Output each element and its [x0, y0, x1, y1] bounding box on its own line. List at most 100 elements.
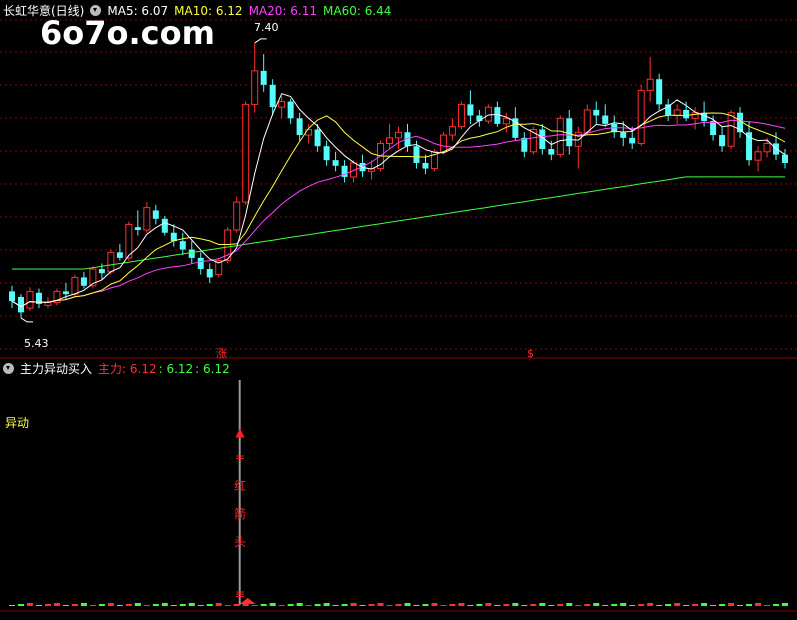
indicator-tick — [251, 605, 258, 606]
tou-char: 头 — [233, 535, 246, 549]
indicator-tick — [9, 605, 15, 606]
indicator-title[interactable]: 主力异动买入 — [20, 362, 92, 376]
indicator-tick — [467, 605, 474, 606]
low-price-label: 5.43 — [24, 337, 49, 350]
candle-body — [395, 131, 402, 139]
indicator-tick — [44, 604, 51, 606]
indicator-tick — [638, 604, 645, 606]
kline-chart[interactable] — [0, 0, 797, 616]
candle-body — [439, 134, 447, 153]
candle-body — [467, 104, 474, 116]
indicator-tick — [602, 605, 609, 606]
indicator-tick — [359, 605, 366, 606]
indicator-tick — [350, 603, 357, 606]
candle-body — [260, 70, 267, 85]
indicator-tick — [593, 603, 600, 606]
hong-char: 红 — [233, 479, 246, 493]
candle-body — [269, 84, 276, 108]
zhang-marker: 涨 — [216, 347, 227, 360]
indicator-value-2: : 6.12 — [158, 362, 194, 376]
indicator-tick — [71, 604, 78, 606]
candle-body — [548, 149, 555, 155]
indicator-tick — [719, 604, 726, 606]
indicator-tick — [728, 603, 735, 606]
indicator-tick — [314, 604, 321, 606]
candle-body — [233, 201, 241, 231]
indicator-tick — [125, 604, 132, 606]
indicator-menu-icon[interactable] — [3, 363, 14, 374]
candle-body — [206, 269, 213, 278]
indicator-tick — [386, 605, 393, 606]
candle-body — [710, 121, 717, 136]
indicator-tick — [368, 604, 375, 606]
candle-body — [116, 252, 123, 258]
indicator-tick — [404, 603, 411, 606]
indicator-tick — [269, 603, 276, 606]
indicator-tick — [17, 604, 24, 606]
indicator-tick — [323, 603, 330, 606]
indicator-tick — [566, 603, 573, 606]
candle-body — [502, 117, 510, 125]
indicator-tick — [305, 605, 312, 606]
indicator-value-3: : 6.12 — [195, 362, 230, 376]
candle-body — [62, 291, 69, 295]
candle-body — [746, 132, 753, 161]
indicator-tick — [620, 603, 627, 606]
candle-body — [484, 106, 492, 122]
candle-body — [457, 103, 465, 128]
indicator-tick — [215, 603, 222, 606]
indicator-tick — [134, 603, 141, 606]
candle-body — [683, 109, 690, 119]
indicator-tick — [755, 603, 762, 606]
candle-body — [413, 146, 420, 163]
indicator-tick — [575, 605, 582, 606]
indicator-tick — [656, 605, 663, 606]
indicator-tick — [494, 605, 501, 606]
candle-body — [637, 89, 645, 144]
indicator-tick — [683, 605, 690, 606]
candle-body — [754, 151, 762, 161]
indicator-tick — [710, 605, 717, 606]
candle-body — [593, 109, 600, 116]
candle-body — [422, 162, 429, 169]
yidong-label: 异动 — [5, 416, 30, 430]
candle-body — [251, 70, 259, 105]
high-price-label: 7.40 — [254, 21, 279, 34]
candle-body — [296, 118, 303, 136]
indicator-tick — [485, 603, 492, 606]
indicator-tick — [260, 604, 267, 606]
indicator-tick — [476, 604, 483, 606]
indicator-tick — [206, 604, 213, 606]
indicator-tick — [287, 604, 294, 606]
candle-body — [44, 302, 52, 306]
candle-body — [143, 207, 151, 231]
low-callout — [20, 317, 33, 323]
indicator-tick — [377, 603, 384, 606]
indicator-tick — [332, 605, 339, 606]
indicator-tick — [782, 603, 788, 606]
indicator-tick — [512, 603, 519, 606]
chart-stage: 长虹华意(日线) MA5: 6.07 MA10: 6.12 MA20: 6.11 MA6… — [0, 0, 797, 616]
indicator-tick — [530, 604, 537, 606]
indicator-tick — [278, 605, 285, 606]
candle-body — [763, 142, 771, 153]
candle-body — [691, 112, 699, 119]
indicator-tick — [548, 605, 555, 606]
indicator-tick — [674, 603, 681, 606]
indicator-tick — [35, 605, 42, 606]
indicator-tick — [53, 603, 60, 606]
candle-body — [278, 101, 286, 108]
candle-body — [179, 241, 186, 250]
high-callout — [254, 38, 267, 44]
indicator-tick — [521, 605, 528, 606]
candle-body — [448, 126, 456, 136]
candle-body — [583, 109, 591, 133]
indicator-tick — [611, 604, 618, 606]
indicator-tick — [773, 604, 780, 606]
candle-body — [287, 101, 294, 119]
candle-body — [782, 154, 788, 163]
candle-body — [727, 112, 735, 147]
indicator-tick — [764, 605, 771, 606]
indicator-tick — [647, 603, 654, 606]
indicator-tick — [233, 604, 240, 606]
